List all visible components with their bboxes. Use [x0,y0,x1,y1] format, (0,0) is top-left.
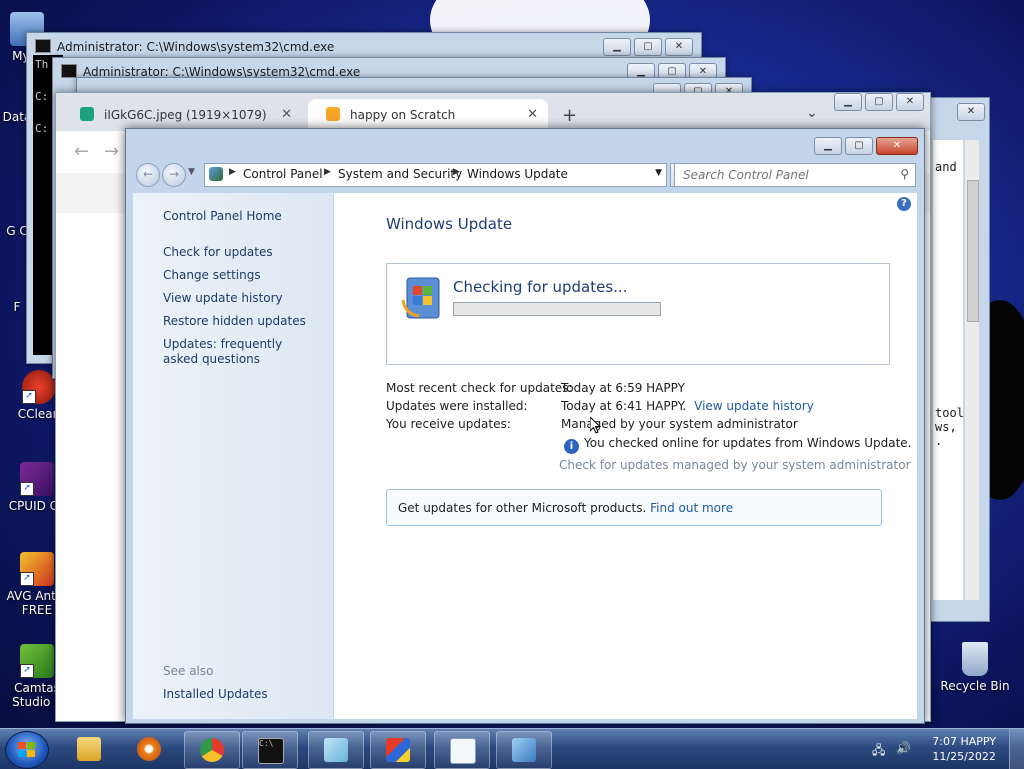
sidebar-item-faq[interactable]: Updates: frequently asked questions [163,337,313,367]
address-dropdown-icon[interactable]: ▼ [655,168,662,178]
search-input[interactable] [681,167,885,183]
page-title: Windows Update [386,215,513,233]
sidebar-item-control-panel-home[interactable]: Control Panel Home [163,209,282,223]
taskbar-notepad[interactable] [308,731,364,769]
tab-scratch[interactable]: happy on Scratch ✕ [308,99,548,131]
cpuid-icon: ➚ [20,462,54,496]
camtasia-icon: ➚ [20,644,54,678]
minimize-button[interactable]: ▁ [834,93,862,111]
show-desktop-button[interactable] [1009,729,1024,769]
avg-icon: ➚ [20,552,54,586]
system-clock[interactable]: 7:07 HAPPY 11/25/2022 [932,734,996,764]
update-status-text: Checking for updates... [453,278,628,296]
sidebar-item-change-settings[interactable]: Change settings [163,268,261,282]
windows-logo-icon [18,742,35,757]
maximize-button[interactable]: ▢ [634,38,662,56]
info-icon: i [564,439,579,454]
minimize-button[interactable]: ▁ [603,38,631,56]
recent-check-label: Most recent check for updates: [386,381,573,395]
scratch-icon [326,107,340,121]
tab-image[interactable]: iIGkG6C.jpeg (1919×1079) ✕ [62,99,302,131]
main-content: ? Windows Update Checking for updates...… [334,193,917,719]
address-bar[interactable]: ▶ Control Panel ▶ System and Security ▶ … [204,163,667,187]
taskbar-control-panel[interactable] [496,731,552,769]
close-button[interactable]: ✕ [876,137,918,155]
browser-tab-strip: iIGkG6C.jpeg (1919×1079) ✕ happy on Scra… [56,93,930,131]
other-products-text: Get updates for other Microsoft products… [398,501,647,515]
maximize-button[interactable]: ▢ [845,137,873,155]
taskbar: C:\ 🖧 🔊 7:07 HAPPY 11/25/2022 [0,728,1024,769]
image-icon [80,107,94,121]
close-button[interactable]: ✕ [957,103,985,121]
browser-forward-icon[interactable]: → [104,141,119,162]
scrollbar[interactable] [965,140,979,600]
breadcrumb-control-panel[interactable]: Control Panel [243,167,323,181]
start-button[interactable] [5,731,49,769]
recent-check-value: Today at 6:59 HAPPY [561,381,685,395]
close-button[interactable]: ✕ [896,93,924,111]
receive-label: You receive updates: [386,417,511,431]
recent-pages-dropdown[interactable]: ▼ [188,167,195,177]
browser-back-icon[interactable]: ← [74,141,89,162]
recycle-bin-icon [962,642,988,676]
sidebar-item-check-for-updates[interactable]: Check for updates [163,245,273,259]
find-out-more-link[interactable]: Find out more [650,501,733,515]
ccleaner-icon: ➚ [22,370,56,404]
network-icon[interactable]: 🖧 [872,741,885,762]
sidebar: Control Panel Home Check for updates Cha… [133,193,333,719]
maximize-button[interactable]: ▢ [865,93,893,111]
taskbar-cmd[interactable]: C:\ [242,731,298,769]
control-panel-icon [512,738,536,762]
update-status-panel: Checking for updates... [386,263,890,365]
tab-search-button[interactable]: ⌄ [806,105,818,121]
new-tab-button[interactable]: + [562,105,577,126]
close-button[interactable]: ✕ [665,38,693,56]
sidebar-item-installed-updates[interactable]: Installed Updates [163,687,268,701]
control-panel-window[interactable]: ▁ ▢ ✕ ← → ▼ ▶ Control Panel ▶ System and… [125,128,925,724]
installed-value: Today at 6:41 HAPPY. View update history [561,399,814,413]
search-icon[interactable]: ⚲ [900,167,909,181]
taskbar-app-cube[interactable] [370,731,426,769]
search-box[interactable]: ⚲ [674,163,916,187]
taskbar-chrome[interactable] [184,731,240,769]
control-panel-icon [209,167,223,181]
cube-app-icon [386,738,410,762]
cmd-icon [35,39,51,53]
notepad-icon [324,738,348,762]
managed-updates-link[interactable]: Check for updates managed by your system… [559,458,911,472]
online-note: i You checked online for updates from Win… [564,436,912,454]
window-title: Administrator: C:\Windows\system32\cmd.e… [35,39,334,54]
help-icon[interactable]: ? [897,197,911,211]
breadcrumb-system-security[interactable]: System and Security [338,167,462,181]
breadcrumb-windows-update[interactable]: Windows Update [467,167,568,181]
taskbar-blank-document[interactable] [434,731,490,769]
sidebar-item-restore-hidden-updates[interactable]: Restore hidden updates [163,314,306,328]
chrome-icon [200,738,224,762]
close-tab-icon[interactable]: ✕ [527,99,538,131]
cmd-icon: C:\ [258,738,284,764]
other-products-panel: Get updates for other Microsoft products… [386,489,882,526]
navigation-bar: ← → ▼ ▶ Control Panel ▶ System and Secur… [132,159,918,193]
minimize-button[interactable]: ▁ [814,137,842,155]
folder-icon [77,737,101,761]
background-window-right[interactable]: ✕ and tool ws, . [928,97,990,622]
update-progress-bar [453,302,661,316]
view-update-history-link[interactable]: View update history [694,399,814,413]
media-player-icon [137,737,161,761]
desktop-icon-recycle-bin[interactable]: Recycle Bin [940,642,1010,693]
taskbar-media-player[interactable] [122,731,176,767]
back-button[interactable]: ← [136,163,160,187]
forward-button[interactable]: → [162,163,186,187]
installed-label: Updates were installed: [386,399,528,413]
windows-update-icon [401,277,440,319]
see-also-heading: See also [163,664,214,678]
sidebar-item-view-update-history[interactable]: View update history [163,291,283,305]
close-tab-icon[interactable]: ✕ [281,99,292,131]
volume-icon[interactable]: 🔊 [896,741,911,755]
cmd-icon [61,64,77,78]
document-icon [450,738,476,764]
mouse-cursor [590,417,602,434]
taskbar-explorer[interactable] [62,731,116,767]
